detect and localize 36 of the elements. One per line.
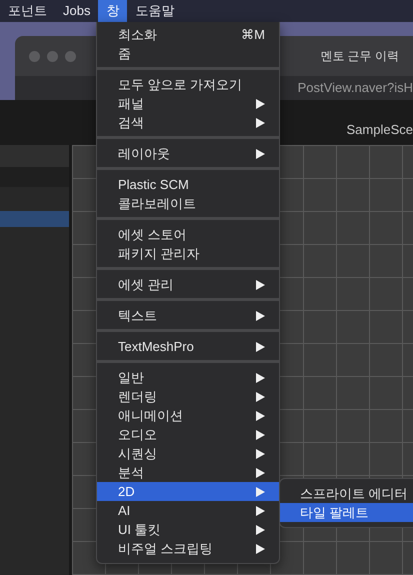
window-control-icon[interactable] (65, 50, 76, 62)
menu-item[interactable]: 애니메이션 (97, 406, 279, 425)
menu-item[interactable]: 시퀀싱 (97, 444, 279, 463)
menu-bar-item[interactable]: 창 (98, 0, 128, 22)
menu-item[interactable]: 오디오 (97, 425, 279, 444)
menu-item[interactable]: Plastic SCM (97, 175, 279, 194)
menu-item[interactable]: 분석 (97, 463, 279, 482)
browser-tab[interactable]: 멘토 근무 이력 (320, 47, 399, 65)
scene-tab[interactable]: SampleSce (346, 120, 413, 139)
menu-item[interactable]: 에셋 관리 (97, 275, 279, 294)
menu-bar-item[interactable]: 포넌트 (0, 0, 55, 22)
menu-item[interactable]: 줌 (97, 44, 279, 63)
menu-item[interactable]: UI 툴킷 (97, 520, 279, 539)
window-control-icon[interactable] (47, 50, 58, 62)
menu-item[interactable]: 에셋 스토어 (97, 225, 279, 244)
menu-item[interactable]: 패키지 관리자 (97, 244, 279, 263)
menu-item[interactable]: 콜라보레이트 (97, 194, 279, 213)
menu-item[interactable]: 일반 (97, 368, 279, 387)
menu-item[interactable]: 모두 앞으로 가져오기 (97, 75, 279, 94)
menu-item[interactable]: 패널 (97, 94, 279, 113)
menu-item[interactable]: 2D (97, 482, 279, 501)
menu-item[interactable]: 레이아웃 (97, 144, 279, 163)
menu-item[interactable]: 스프라이트 에디터 (280, 484, 413, 503)
menu-item[interactable]: 최소화 ⌘M (97, 25, 279, 44)
menu-item[interactable]: 타일 팔레트 (280, 503, 413, 522)
menu-item[interactable]: 렌더링 (97, 387, 279, 406)
menu-bar-item[interactable]: 도움말 (127, 0, 182, 22)
menu-item[interactable]: TextMeshPro (97, 337, 279, 356)
shortcut-text: ⌘M (241, 26, 265, 44)
menu-item[interactable]: 텍스트 (97, 306, 279, 325)
window-control-icon[interactable] (29, 50, 40, 62)
menu-item[interactable]: 검색 (97, 113, 279, 132)
menu-item[interactable]: 비주얼 스크립팅 (97, 539, 279, 558)
address-text: PostView.naver?isH (298, 79, 413, 98)
menu-item[interactable]: AI (97, 501, 279, 520)
menu-bar-item[interactable]: Jobs (55, 0, 98, 22)
